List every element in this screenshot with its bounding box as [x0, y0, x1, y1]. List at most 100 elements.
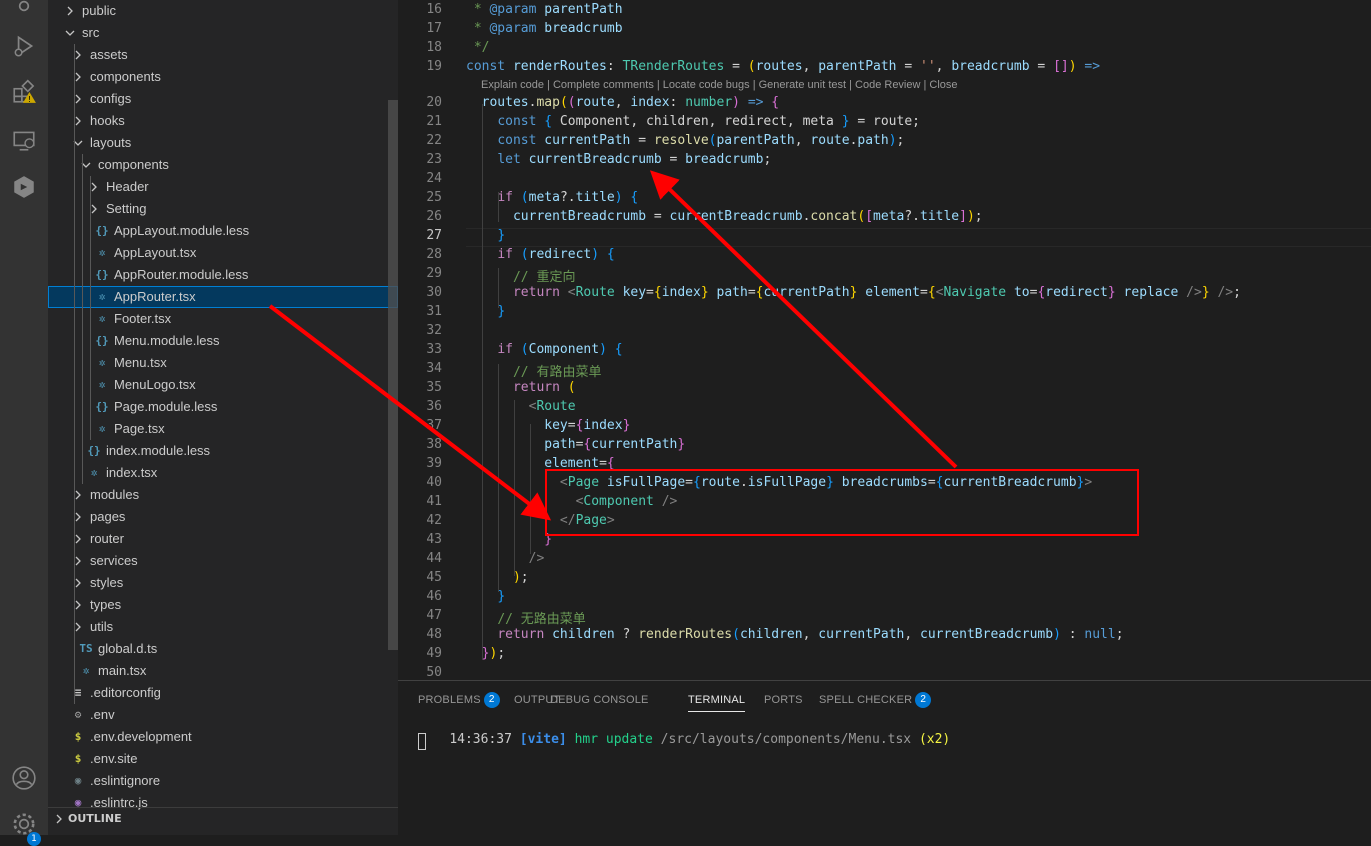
tree-file[interactable]: ✲ main.tsx — [48, 660, 398, 682]
tree-file[interactable]: ◉ .eslintignore — [48, 770, 398, 792]
code-line[interactable]: if (meta?.title) { — [466, 190, 638, 205]
settings-gear-icon[interactable]: 1 — [0, 804, 48, 846]
tree-folder[interactable]: utils — [48, 616, 398, 638]
code-line[interactable]: /> — [466, 551, 545, 566]
panel-tab-spell-checker[interactable]: SPELL CHECKER 2 — [819, 691, 932, 711]
tree-file[interactable]: ✲ Menu.tsx — [48, 352, 398, 374]
tree-label: public — [82, 3, 116, 18]
panel-tab-ports[interactable]: PORTS — [764, 691, 803, 711]
tree-folder[interactable]: layouts — [48, 132, 398, 154]
tree-file[interactable]: {} Page.module.less — [48, 396, 398, 418]
code-line[interactable]: return children ? renderRoutes(children,… — [466, 627, 1123, 642]
code-line[interactable]: if (redirect) { — [466, 247, 614, 262]
run-debug-icon[interactable] — [0, 26, 48, 66]
code-line[interactable]: // 有路由菜单 — [466, 361, 601, 380]
line-number: 42 — [426, 513, 442, 528]
panel-tab-debug-console[interactable]: DEBUG CONSOLE — [550, 691, 649, 711]
tree-folder[interactable]: styles — [48, 572, 398, 594]
tree-file[interactable]: {} index.module.less — [48, 440, 398, 462]
code-line[interactable]: element={ — [466, 456, 614, 471]
code-line[interactable]: } — [466, 304, 505, 319]
line-number: 20 — [426, 95, 442, 110]
terminal-cursor[interactable] — [418, 733, 426, 750]
tree-folder[interactable]: configs — [48, 88, 398, 110]
tree-folder[interactable]: pages — [48, 506, 398, 528]
panel-tab-badge: 2 — [915, 692, 932, 708]
code-line[interactable]: }); — [466, 646, 505, 661]
tree-file[interactable]: ✲ MenuLogo.tsx — [48, 374, 398, 396]
code-line[interactable]: if (Component) { — [466, 342, 622, 357]
terminal-time: 14:36:37 — [449, 732, 512, 747]
panel-tab-problems[interactable]: PROBLEMS 2 — [418, 691, 500, 711]
code-line[interactable]: } — [466, 589, 505, 604]
code-line[interactable]: // 无路由菜单 — [466, 608, 585, 627]
tree-label: MenuLogo.tsx — [114, 377, 196, 392]
tree-file[interactable]: TS global.d.ts — [48, 638, 398, 660]
code-line[interactable]: } — [466, 228, 505, 243]
tree-folder[interactable]: hooks — [48, 110, 398, 132]
explorer-sidebar: public src assets components configs hooks lay… — [48, 0, 398, 835]
extensions-warning-icon[interactable]: ! — [0, 72, 48, 112]
code-line[interactable]: } — [466, 532, 552, 547]
code-line[interactable]: * @param breadcrumb — [466, 21, 623, 36]
tree-file[interactable]: {} AppRouter.module.less — [48, 264, 398, 286]
tree-folder[interactable]: Setting — [48, 198, 398, 220]
code-line[interactable]: let currentBreadcrumb = breadcrumb; — [466, 152, 771, 167]
tree-label: .env — [90, 707, 115, 722]
tree-folder[interactable]: router — [48, 528, 398, 550]
tree-folder[interactable]: modules — [48, 484, 398, 506]
code-line[interactable]: */ — [466, 40, 490, 55]
tree-folder[interactable]: components — [48, 154, 398, 176]
code-line[interactable]: const { Component, children, redirect, m… — [466, 114, 920, 129]
account-icon[interactable] — [0, 758, 48, 798]
tree-file[interactable]: ✲ AppLayout.tsx — [48, 242, 398, 264]
tree-file[interactable]: ✲ index.tsx — [48, 462, 398, 484]
outline-section-header[interactable]: OUTLINE — [48, 807, 398, 830]
code-line[interactable]: const renderRoutes: TRenderRoutes = (rou… — [466, 59, 1100, 74]
code-line[interactable]: return <Route key={index} path={currentP… — [466, 285, 1241, 300]
line-number: 48 — [426, 627, 442, 642]
tree-folder[interactable]: Header — [48, 176, 398, 198]
tree-file[interactable]: ✲ Footer.tsx — [48, 308, 398, 330]
tree-file[interactable]: ✲ AppRouter.tsx — [48, 286, 398, 308]
code-line[interactable]: <Page isFullPage={route.isFullPage} brea… — [466, 475, 1092, 490]
tree-label: .eslintignore — [90, 773, 161, 788]
tree-label: AppLayout.tsx — [114, 245, 197, 260]
tree-label: styles — [90, 575, 124, 590]
line-number: 28 — [426, 247, 442, 262]
code-line[interactable]: const currentPath = resolve(parentPath, … — [466, 133, 904, 148]
panel-tab-terminal[interactable]: TERMINAL — [688, 691, 746, 712]
tree-label: assets — [90, 47, 128, 62]
tree-folder[interactable]: components — [48, 66, 398, 88]
line-number: 30 — [426, 285, 442, 300]
tree-folder[interactable]: services — [48, 550, 398, 572]
tree-file[interactable]: ✲ Page.tsx — [48, 418, 398, 440]
terminal-count: (x2) — [918, 732, 951, 747]
tree-file[interactable]: {} AppLayout.module.less — [48, 220, 398, 242]
line-number: 43 — [426, 532, 442, 547]
tree-label: components — [90, 69, 161, 84]
tree-file[interactable]: {} Menu.module.less — [48, 330, 398, 352]
code-line[interactable]: * @param parentPath — [466, 2, 623, 17]
tree-folder[interactable]: types — [48, 594, 398, 616]
tree-folder[interactable]: assets — [48, 44, 398, 66]
tree-file[interactable]: $ .env.development — [48, 726, 398, 748]
code-line[interactable]: routes.map((route, index: number) => { — [466, 95, 779, 110]
code-editor[interactable]: 16 * @param parentPath 17 * @param breadc… — [398, 0, 1371, 680]
remote-explorer-icon[interactable] — [0, 120, 48, 160]
tree-folder[interactable]: src — [48, 22, 398, 44]
code-line[interactable]: </Page> — [466, 513, 615, 528]
indent-guide — [514, 400, 515, 576]
chevron-down-icon — [64, 22, 76, 44]
codelens-actions[interactable]: Explain code | Complete comments | Locat… — [481, 79, 958, 91]
tree-file[interactable]: $ .env.site — [48, 748, 398, 770]
explorer-scrollbar[interactable] — [388, 100, 398, 650]
tree-file[interactable]: ≡ .editorconfig — [48, 682, 398, 704]
code-line[interactable]: key={index} — [466, 418, 630, 433]
dollar-file-icon: $ — [74, 730, 82, 743]
tree-file[interactable]: ⚙ .env — [48, 704, 398, 726]
tree-folder[interactable]: public — [48, 0, 398, 22]
code-line[interactable]: currentBreadcrumb = currentBreadcrumb.co… — [466, 209, 983, 224]
source-control-icon[interactable] — [0, 0, 48, 26]
ai-assistant-icon[interactable] — [0, 167, 48, 207]
